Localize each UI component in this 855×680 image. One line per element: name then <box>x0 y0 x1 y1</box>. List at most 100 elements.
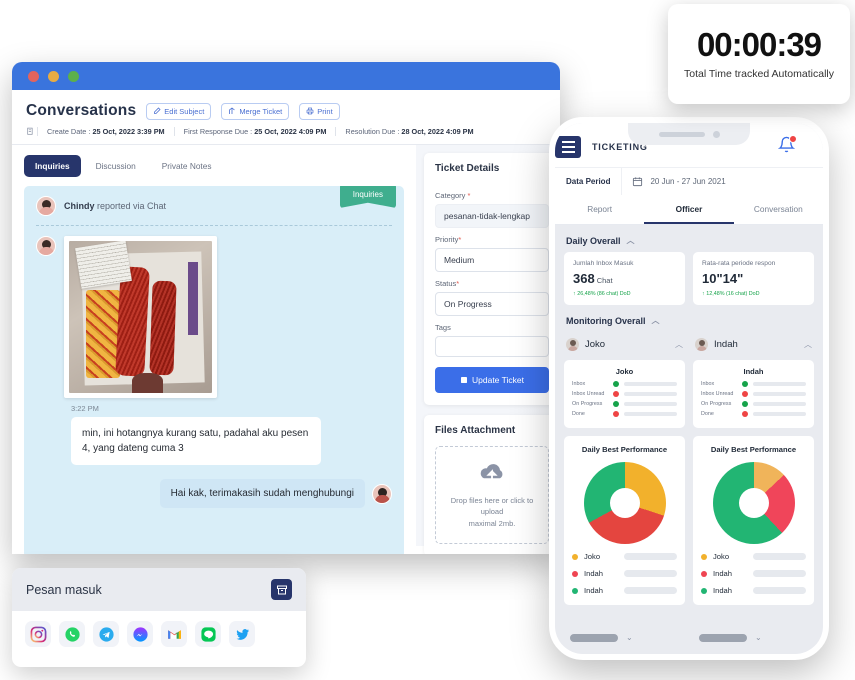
archive-icon[interactable] <box>271 579 292 600</box>
tab-private-notes[interactable]: Private Notes <box>151 155 223 177</box>
front-camera <box>712 130 720 138</box>
required-mark: * <box>456 279 460 288</box>
details-column: Ticket Details Category * pesanan-tidak-… <box>416 145 560 554</box>
category-input[interactable]: pesanan-tidak-lengkap <box>435 204 549 228</box>
chevron-up-icon: ︿ <box>675 340 683 349</box>
merge-ticket-button[interactable]: Merge Ticket <box>221 102 290 120</box>
legend-item: Indah <box>572 586 677 595</box>
monitoring-overall-title: Monitoring Overall <box>566 315 646 326</box>
speaker-grill <box>658 131 705 137</box>
food-photo <box>69 241 212 393</box>
notification-dot <box>789 135 797 143</box>
required-mark: * <box>458 235 462 244</box>
save-icon <box>461 377 467 383</box>
message-timestamp: 3:22 PM <box>71 404 99 413</box>
monitoring-row: Inbox <box>701 381 806 387</box>
monitoring-row: Inbox <box>572 381 677 387</box>
maximize-window-dot[interactable] <box>68 70 79 82</box>
chat-panel: Inquiries Chindy reported via Chat 3:22 … <box>24 186 404 554</box>
monitoring-card: Joko Inbox Inbox Unread On Progress Done <box>564 360 685 428</box>
instagram-icon[interactable] <box>25 621 51 647</box>
conversation-column: Inquiries Discussion Private Notes Inqui… <box>12 145 416 554</box>
stat-label: Rata-rata periode respon <box>702 260 776 267</box>
monitoring-overall-header[interactable]: Monitoring Overall ︿ <box>564 305 814 332</box>
monitoring-row-bar <box>624 382 677 386</box>
stat-delta: ↑ 12,48% (16 chat) DoD <box>702 291 760 297</box>
legend-label: Indah <box>584 569 604 578</box>
legend-item: Indah <box>572 569 677 578</box>
messenger-icon[interactable] <box>127 621 153 647</box>
tab-report[interactable]: Report <box>555 195 644 224</box>
daily-overall-header[interactable]: Daily Overall ︿ <box>564 225 814 252</box>
officer-header-joko[interactable]: Joko ︿ <box>564 332 685 357</box>
window-body: Conversations Edit Subject Merge Ticket … <box>12 90 560 554</box>
minimize-window-dot[interactable] <box>48 70 59 82</box>
legend-value-bar <box>624 553 677 560</box>
footer-control[interactable]: ⌄ <box>564 633 685 642</box>
monitoring-row-label: Inbox <box>572 381 586 387</box>
tab-inquiries[interactable]: Inquiries <box>24 155 81 177</box>
monitoring-row-label: Inbox Unread <box>572 391 605 397</box>
resolution-label: Resolution Due : <box>345 127 402 136</box>
telegram-icon[interactable] <box>93 621 119 647</box>
chevron-up-icon: ︿ <box>651 316 660 325</box>
desktop-window: Conversations Edit Subject Merge Ticket … <box>12 62 560 554</box>
gmail-icon[interactable] <box>161 621 187 647</box>
update-ticket-button[interactable]: Update Ticket <box>435 367 549 393</box>
stat-card-inbox: Jumlah Inbox Masuk 368 Chat ↑ 26,48% (86 … <box>564 252 685 305</box>
window-titlebar <box>12 62 560 90</box>
print-button[interactable]: Print <box>299 102 340 120</box>
monitoring-card: Indah Inbox Inbox Unread On Progress Done <box>693 360 814 428</box>
edit-subject-button[interactable]: Edit Subject <box>146 102 212 120</box>
tab-officer[interactable]: Officer <box>644 195 734 224</box>
monitoring-row-bar <box>753 402 806 406</box>
stat-value: 368 Chat <box>573 271 613 286</box>
chevron-down-icon[interactable]: ⌄ <box>755 633 762 642</box>
tags-input[interactable] <box>435 336 549 357</box>
update-ticket-label: Update Ticket <box>472 375 524 385</box>
drop-zone[interactable]: Drop files here or click to upload maxima… <box>435 446 549 544</box>
drop-text: Drop files here or click to upload maxima… <box>450 496 534 528</box>
whatsapp-icon[interactable] <box>59 621 85 647</box>
files-drop-area[interactable]: Drop files here or click to upload maxima… <box>424 446 560 554</box>
chevron-up-icon: ︿ <box>626 236 635 245</box>
data-period-picker[interactable]: 20 Jun - 27 Jun 2021 <box>621 168 823 195</box>
first-response-due: First Response Due : 25 Oct, 2022 4:09 P… <box>173 127 336 136</box>
legend-dot-icon <box>572 553 578 560</box>
create-date-value: 25 Oct, 2022 3:39 PM <box>92 127 165 136</box>
line-icon[interactable] <box>195 621 221 647</box>
status-select[interactable]: On Progress <box>435 292 549 316</box>
avatar <box>36 196 56 216</box>
phone-tabs: Report Officer Conversation <box>555 195 823 225</box>
ticket-details-panel: Ticket Details Category * pesanan-tidak-… <box>424 153 560 405</box>
status-dot-icon <box>742 401 748 407</box>
monitoring-row-label: On Progress <box>572 401 603 407</box>
tab-conversation[interactable]: Conversation <box>734 195 823 224</box>
timer-value: 00:00:39 <box>696 26 822 63</box>
officer-header-indah[interactable]: Indah ︿ <box>693 332 814 357</box>
menu-icon[interactable] <box>555 136 581 158</box>
monitoring-row: Done <box>572 411 677 417</box>
resolution-value: 28 Oct, 2022 4:09 PM <box>401 127 474 136</box>
tab-discussion[interactable]: Discussion <box>85 155 147 177</box>
chevron-down-icon[interactable]: ⌄ <box>626 633 633 642</box>
footer-control[interactable]: ⌄ <box>693 633 814 642</box>
pesan-masuk-header: Pesan masuk <box>12 568 306 611</box>
close-window-dot[interactable] <box>28 70 39 82</box>
legend-value-bar <box>753 587 806 594</box>
twitter-icon[interactable] <box>229 621 255 647</box>
legend-item: Indah <box>701 586 806 595</box>
monitoring-card-title: Joko <box>615 367 634 376</box>
notification-bell-icon[interactable] <box>777 135 797 158</box>
monitoring-row-bar <box>753 412 806 416</box>
photo-attachment[interactable] <box>64 236 217 398</box>
priority-select[interactable]: Medium <box>435 248 549 272</box>
pencil-icon <box>154 107 161 114</box>
monitoring-row-bar <box>624 402 677 406</box>
screenshot-stage: 00:00:39 Total Time tracked Automaticall… <box>0 0 855 680</box>
legend-value-bar <box>624 570 677 577</box>
outgoing-message-row: Hai kak, terimakasih sudah menghubungi <box>24 465 404 508</box>
data-period-value: 20 Jun - 27 Jun 2021 <box>650 177 726 186</box>
legend-dot-icon <box>701 553 707 560</box>
legend-label: Joko <box>713 552 730 561</box>
